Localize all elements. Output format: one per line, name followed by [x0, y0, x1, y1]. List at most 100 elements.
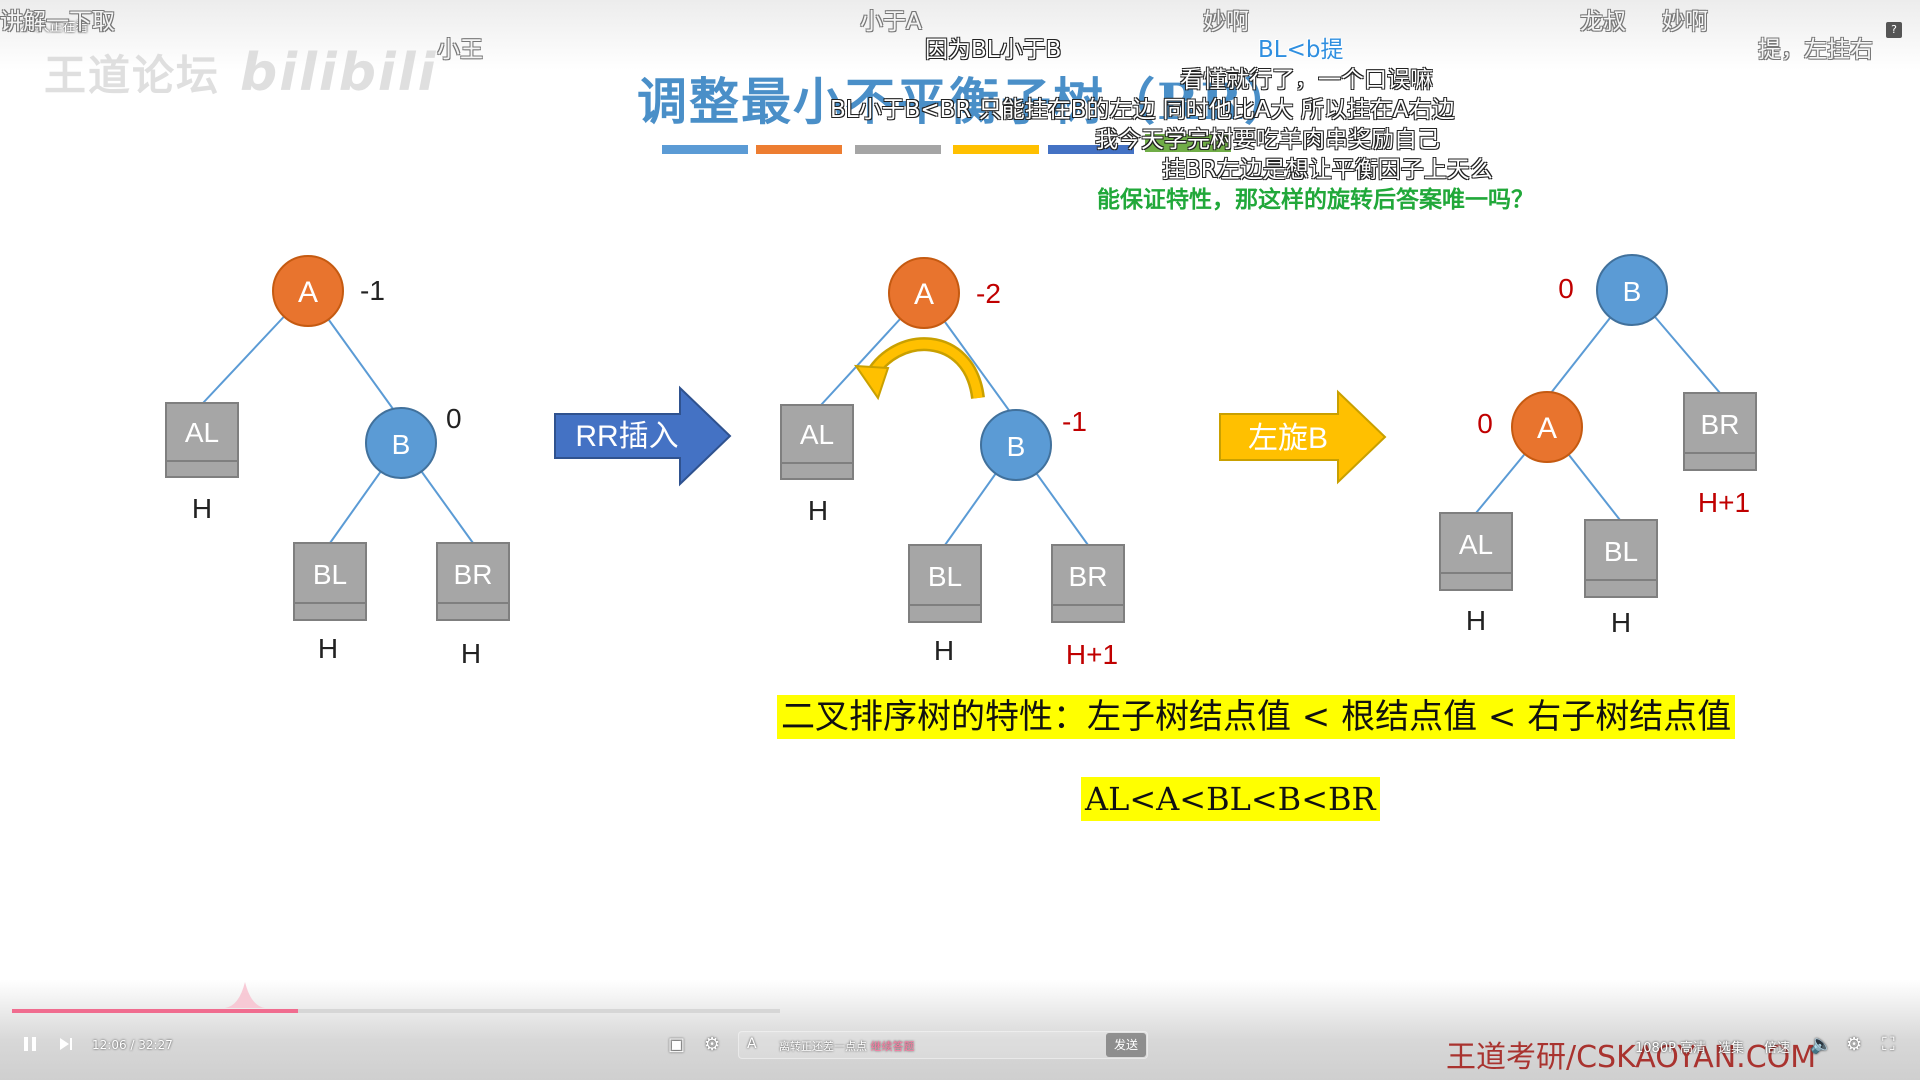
episodes-button[interactable]: 选集 — [1718, 1037, 1744, 1056]
strip-bar — [953, 145, 1039, 154]
t1BLh-text: H — [318, 633, 338, 664]
danmaku-comment: 妙啊 — [1203, 9, 1249, 35]
danmaku-comment: 我今天学完树要吃羊肉串奖励自己 — [1095, 127, 1440, 153]
subtree-br: BR — [436, 542, 510, 621]
t3Abf-text: 0 — [1477, 408, 1493, 439]
answer-link[interactable]: 继续答题 — [871, 1040, 915, 1053]
t2ALh-text: H — [808, 495, 828, 526]
quality-select[interactable]: 1080P 高清 — [1635, 1037, 1706, 1056]
danmaku-comment: 能保证特性，那这样的旋转后答案唯一吗？ — [1097, 187, 1534, 213]
subtree-bl: BL — [293, 542, 367, 621]
t1BRh-text: H — [461, 638, 481, 669]
subtree-br: BR — [1051, 544, 1125, 623]
tree-after-insert: A -2 B -1 AL H BL H BR H+1 — [780, 257, 1125, 670]
node-b: B — [980, 409, 1052, 481]
danmaku-comment: 龙叔 — [1580, 9, 1626, 35]
next-icon[interactable] — [58, 1035, 76, 1055]
danmaku-comment: 因为BL小于B — [925, 37, 1062, 63]
t3AL-text: AL — [1459, 529, 1493, 560]
strip-bar — [855, 145, 941, 154]
danmaku-comment: 妙啊 — [1662, 9, 1708, 35]
t1BR-text: BR — [454, 559, 493, 590]
strip-bar — [662, 145, 748, 154]
node-a: A — [272, 255, 344, 327]
subtree-br: BR — [1683, 392, 1757, 471]
subtree-bl: BL — [1584, 519, 1658, 598]
node-b: B — [365, 407, 437, 479]
t2BR-text: BR — [1069, 561, 1108, 592]
bst-property-note: 二叉排序树的特性：左子树结点值 < 根结点值 < 右子树结点值 — [777, 695, 1736, 739]
text-style-icon[interactable]: A — [747, 1036, 757, 1052]
bilibili-logo: bilibili — [240, 43, 438, 103]
settings-icon[interactable]: ⚙ — [1846, 1034, 1862, 1055]
progress-heatmap — [225, 982, 265, 1008]
subtree-al: AL — [1439, 512, 1513, 591]
t1ALh-text: H — [192, 493, 212, 524]
help-icon[interactable]: ? — [1886, 22, 1902, 38]
t2BLh-text: H — [934, 635, 954, 666]
volume-icon[interactable]: 🔈 — [1810, 1034, 1832, 1055]
t1BL-text: BL — [313, 559, 347, 590]
t3BRh-text: H+1 — [1698, 487, 1750, 518]
arrow1-text: RR插入 — [575, 420, 678, 453]
rotation-arrow-icon — [854, 337, 985, 401]
avl-rotation-diagram: A -1 B 0 AL H BL H BR H RR插入 A -2 B -1 A… — [165, 134, 1757, 670]
t3B-text: B — [1623, 276, 1642, 307]
danmaku-comment: BL<b提 — [1258, 37, 1344, 63]
rr-insert-arrow: RR插入 — [554, 385, 732, 487]
strip-bar — [756, 145, 842, 154]
arrow2-text: 左旋B — [1248, 422, 1328, 455]
tree-after-rotation: B 0 A 0 BR H+1 AL H BL H — [1439, 254, 1757, 638]
send-button[interactable]: 发送 — [1106, 1033, 1146, 1057]
t2BRh-text: H+1 — [1066, 639, 1118, 670]
t2Abf-text: -2 — [976, 278, 1001, 309]
t3Bbf-text: 0 — [1558, 273, 1574, 304]
t2Bbf-text: -1 — [1062, 406, 1087, 437]
subtree-al: AL — [165, 402, 239, 478]
t3A-text: A — [1537, 412, 1557, 445]
progress-bar[interactable] — [12, 1009, 780, 1013]
subtree-al: AL — [780, 404, 854, 480]
danmaku-comment: 小于A — [860, 9, 922, 35]
node-a: A — [1511, 391, 1583, 463]
watermark-text: 王道论坛 — [44, 51, 221, 100]
danmaku-comment: BL小于B<BR 只能挂在B的左边 同时他比A大 所以挂在A右边 — [830, 97, 1455, 123]
t2AL-text: AL — [800, 419, 834, 450]
danmaku-comment: 看懂就行了，一个口误嘛 — [1180, 67, 1433, 93]
node-a: A — [888, 257, 960, 329]
t1A-text: A — [298, 276, 318, 309]
watermark-logo: 王道论坛 bilibili — [44, 42, 437, 103]
brand-footer: 王道考研/CSKAOYAN.COM — [1446, 1040, 1817, 1075]
t3ALh-text: H — [1466, 605, 1486, 636]
t1Abf-text: -1 — [360, 275, 385, 306]
order-note: AL<A<BL<B<BR — [1081, 777, 1380, 821]
speed-button[interactable]: 倍速 — [1764, 1037, 1790, 1056]
progress-fill — [12, 1009, 299, 1013]
t2BL-text: BL — [928, 561, 962, 592]
danmaku-comment: 挂BR左边是想让平衡因子上天么 — [1162, 157, 1493, 183]
danmaku-input[interactable]: A 离转正还差一点点 继续答题 — [738, 1031, 1148, 1059]
t2B-text: B — [1007, 431, 1026, 462]
node-b: B — [1596, 254, 1668, 326]
placeholder-text: 离转正还差一点点 — [779, 1040, 867, 1053]
t3BLh-text: H — [1611, 607, 1631, 638]
t1AL-text: AL — [185, 417, 219, 448]
t3BL-text: BL — [1604, 536, 1638, 567]
danmaku-settings-icon[interactable]: ⚙ — [704, 1034, 720, 1055]
left-rotate-arrow: 左旋B — [1219, 389, 1387, 485]
time-display: 12:06 / 32:27 — [92, 1038, 173, 1052]
danmaku-comment: 小王 — [437, 37, 483, 63]
pause-icon[interactable] — [22, 1035, 40, 1055]
danmaku-toggle-icon[interactable]: ▣ — [668, 1034, 685, 1055]
subtree-bl: BL — [908, 544, 982, 623]
danmaku-input-placeholder: 离转正还差一点点 继续答题 — [779, 1038, 915, 1054]
t1B-text: B — [392, 429, 411, 460]
t3BR-text: BR — [1701, 409, 1740, 440]
t2A-text: A — [914, 278, 934, 311]
danmaku-comment: 提，左挂右 — [1758, 37, 1873, 63]
danmaku-comment: 讲解一下取 — [0, 9, 115, 35]
video-frame[interactable]: A -1 B 0 AL H BL H BR H RR插入 A -2 B -1 A… — [0, 0, 1920, 1080]
t1Bbf-text: 0 — [446, 403, 462, 434]
fullscreen-icon[interactable]: ⛶ — [1882, 1034, 1895, 1055]
tree-before-insert: A -1 B 0 AL H BL H BR H — [165, 255, 510, 669]
